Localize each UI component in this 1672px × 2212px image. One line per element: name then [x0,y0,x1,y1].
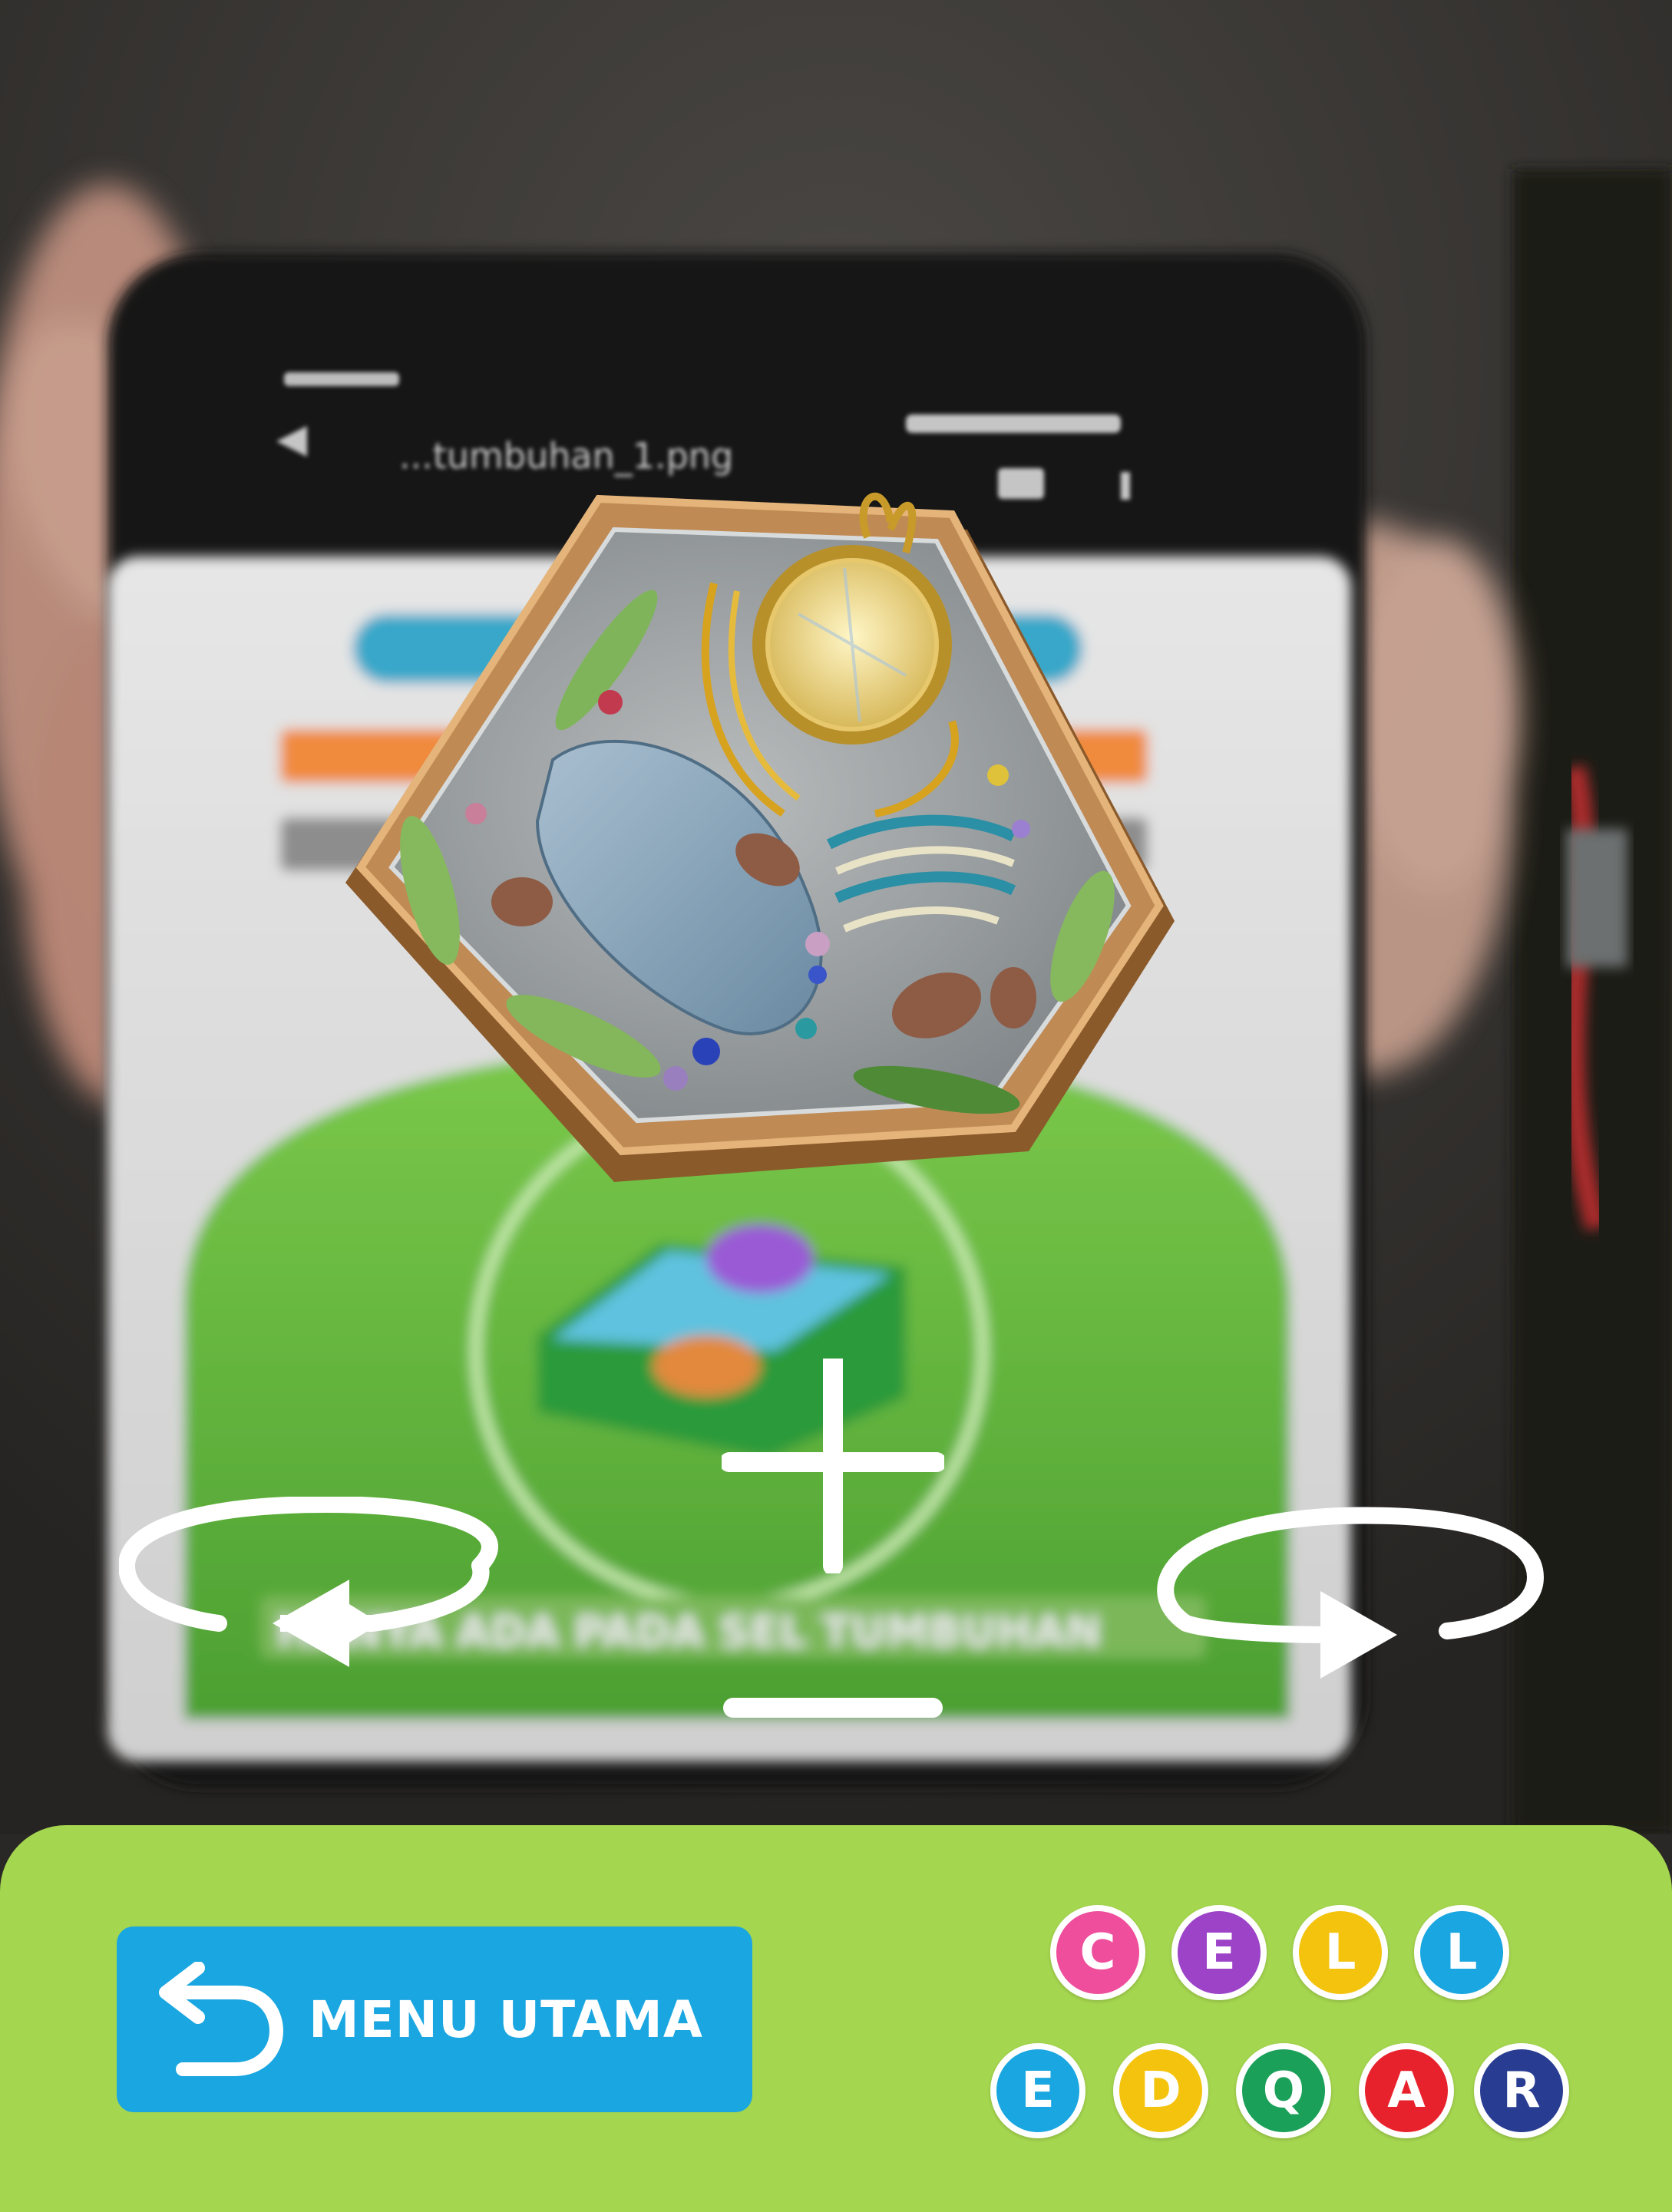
logo-letter-q: Q [1236,2043,1331,2138]
back-arrow-icon [159,1962,283,2076]
logo-letter-c: C [1050,1905,1145,2000]
rotate-left-icon[interactable] [119,1497,534,1727]
menu-utama-label: MENU UTAMA [309,1989,703,2049]
logo-letter-r: R [1474,2043,1569,2138]
logo-letter-e-2: E [990,2043,1085,2138]
logo-letter-a: A [1359,2043,1454,2138]
logo-letter-l: L [1293,1905,1388,2000]
zoom-in-icon[interactable] [722,1359,944,1573]
logo-letter-l-2: L [1414,1905,1509,2000]
logo-letter-d: D [1113,2043,1208,2138]
ar-camera-view: ...tumbuhan_1.png HANYA ADA PADA SEL TUM… [0,0,1672,1834]
zoom-out-icon[interactable] [722,1689,944,1727]
phone-title-text: ...tumbuhan_1.png [399,435,733,477]
rotate-right-icon[interactable] [1132,1501,1547,1731]
logo-letter-e: E [1171,1905,1267,2000]
menu-utama-button[interactable]: MENU UTAMA [117,1926,752,2112]
